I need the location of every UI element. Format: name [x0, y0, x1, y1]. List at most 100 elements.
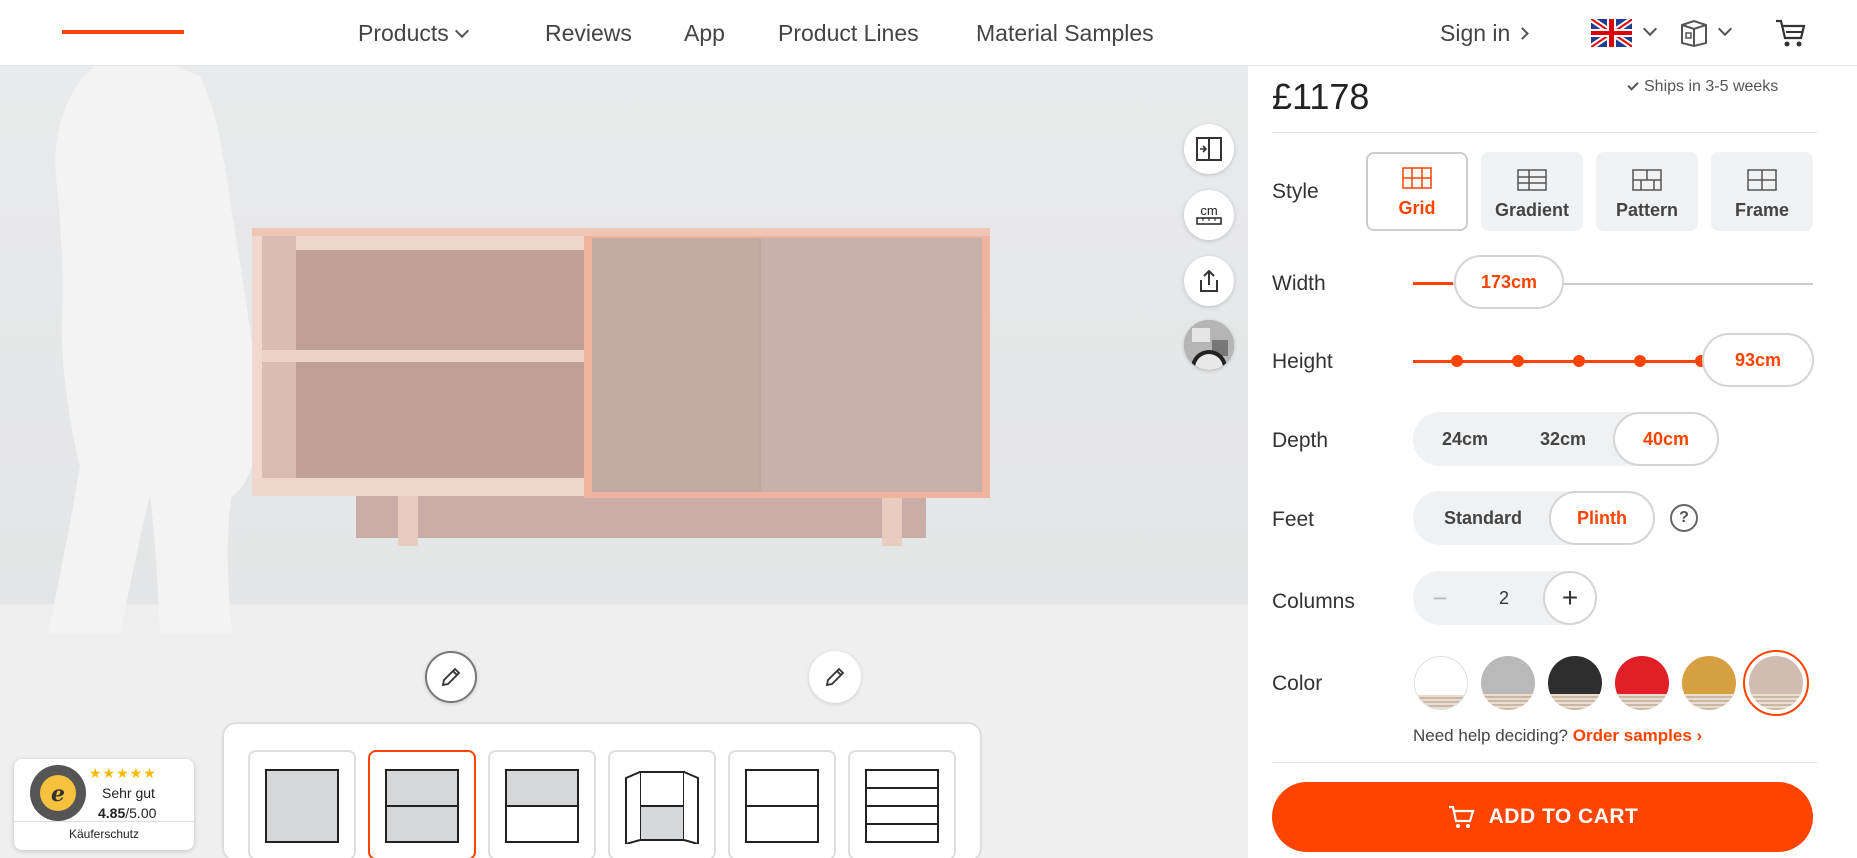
nav-products-label: Products: [358, 20, 449, 46]
top-navbar: Products Reviews App Product Lines Mater…: [0, 0, 1857, 66]
nav-reviews[interactable]: Reviews: [545, 20, 632, 47]
layout-doors-open[interactable]: [608, 750, 716, 858]
nav-reviews-label: Reviews: [545, 20, 632, 46]
chevron-down-icon: [454, 23, 469, 38]
layout-single-panel-icon: [265, 769, 339, 843]
style-option-grid-label: Grid: [1398, 198, 1436, 218]
layout-four-shelf[interactable]: [848, 750, 956, 858]
chevron-right-icon: [1516, 27, 1530, 40]
order-samples-label: Order samples: [1572, 726, 1692, 745]
edit-left-column-button[interactable]: [425, 651, 477, 703]
pattern-style-icon: [1632, 169, 1662, 191]
height-slider-handle[interactable]: 93cm: [1702, 333, 1814, 387]
color-swatch-white[interactable]: [1414, 656, 1468, 710]
rating-score: 4.85: [98, 805, 126, 821]
layout-two-drawers-icon: [385, 769, 459, 843]
chevron-down-icon[interactable]: [1717, 21, 1733, 37]
color-swatch-mustard[interactable]: [1682, 656, 1736, 710]
shipping-info: Ships in 3-5 weeks: [1627, 78, 1779, 96]
layout-drawer-and-open-icon: [505, 769, 579, 843]
feet-option-plinth[interactable]: Plinth: [1549, 491, 1655, 545]
layout-two-drawers[interactable]: [368, 750, 476, 858]
layout-four-shelf-icon: [865, 769, 939, 843]
order-samples-link[interactable]: Order samples ›: [1573, 726, 1702, 745]
depth-label: Depth: [1272, 429, 1329, 452]
column-layout-tray: [222, 722, 982, 858]
room-scene-icon: [1184, 320, 1234, 370]
height-step-dot[interactable]: [1573, 355, 1585, 367]
samples-hint: Need help deciding? Order samples ›: [1413, 726, 1702, 746]
nav-material-samples-label: Material Samples: [976, 20, 1154, 46]
checkmark-icon: [1627, 79, 1639, 91]
color-label: Color: [1272, 672, 1323, 695]
sign-in-link[interactable]: Sign in: [1440, 20, 1530, 47]
height-step-dot[interactable]: [1512, 355, 1524, 367]
buyer-protection-label: Käuferschutz: [68, 827, 140, 841]
sideboard-3d-model[interactable]: [246, 216, 1046, 546]
share-button[interactable]: [1184, 256, 1234, 306]
rating-score-line: 4.85/5.00: [98, 805, 156, 821]
color-swatch-dusty-pink[interactable]: [1749, 656, 1803, 710]
shipping-text: Ships in 3-5 weeks: [1644, 78, 1779, 95]
gradient-style-icon: [1517, 169, 1547, 191]
pencil-icon: [825, 667, 845, 687]
door-toggle-icon: [1196, 137, 1222, 161]
columns-stepper: − 2 +: [1413, 571, 1597, 625]
rating-max: /5.00: [125, 805, 157, 821]
flag-uk-icon[interactable]: [1591, 19, 1632, 47]
nav-material-samples[interactable]: Material Samples: [976, 20, 1154, 47]
cart-icon: [1448, 805, 1475, 828]
trusted-shops-badge[interactable]: e ★★★★★ Sehr gut 4.85/5.00 Käuferschutz: [14, 759, 194, 850]
height-label: Height: [1272, 350, 1333, 373]
product-3d-viewer[interactable]: cm: [0, 66, 1248, 858]
color-swatch-red[interactable]: [1615, 656, 1669, 710]
width-slider-handle[interactable]: 173cm: [1454, 255, 1564, 309]
pencil-icon: [441, 667, 461, 687]
style-option-grid[interactable]: Grid: [1366, 152, 1468, 231]
style-option-pattern[interactable]: Pattern: [1596, 152, 1698, 231]
width-slider-fill: [1413, 282, 1453, 285]
trusted-shops-seal-icon: e: [30, 765, 86, 821]
depth-option-40[interactable]: 40cm: [1613, 412, 1719, 466]
style-option-frame-label: Frame: [1734, 200, 1790, 220]
columns-value: 2: [1498, 587, 1509, 608]
color-swatch-black[interactable]: [1548, 656, 1602, 710]
nav-app[interactable]: App: [684, 20, 725, 47]
dimensions-button[interactable]: cm: [1184, 190, 1234, 240]
nav-products[interactable]: Products: [358, 20, 469, 47]
dimensions-cm-icon: cm: [1196, 203, 1222, 225]
layout-single-panel[interactable]: [248, 750, 356, 858]
rating-stars: ★★★★★: [89, 765, 157, 781]
style-option-gradient[interactable]: Gradient: [1481, 152, 1583, 231]
layout-doors-open-icon: [625, 771, 699, 844]
height-step-dot[interactable]: [1634, 355, 1646, 367]
style-option-frame[interactable]: Frame: [1711, 152, 1813, 231]
feet-label: Feet: [1272, 508, 1315, 531]
style-label: Style: [1272, 180, 1319, 203]
feet-option-standard[interactable]: Standard: [1413, 491, 1553, 545]
depth-option-24[interactable]: 24cm: [1413, 412, 1517, 466]
nav-app-label: App: [684, 20, 725, 46]
style-option-gradient-label: Gradient: [1494, 200, 1569, 220]
room-scene-button[interactable]: [1184, 320, 1234, 370]
color-swatch-grey[interactable]: [1481, 656, 1535, 710]
nav-product-lines[interactable]: Product Lines: [778, 20, 919, 47]
brand-logo[interactable]: [62, 30, 184, 34]
columns-decrement-button[interactable]: −: [1413, 571, 1467, 625]
edit-right-column-button[interactable]: [809, 651, 861, 703]
cart-icon[interactable]: [1774, 18, 1806, 48]
layout-drawer-and-open[interactable]: [488, 750, 596, 858]
depth-selector: 24cm 32cm 40cm: [1413, 412, 1719, 466]
columns-increment-button[interactable]: +: [1543, 571, 1597, 625]
chevron-down-icon[interactable]: [1642, 21, 1658, 37]
add-to-cart-button[interactable]: ADD TO CART: [1272, 782, 1813, 852]
depth-option-32[interactable]: 32cm: [1513, 412, 1613, 466]
samples-hint-text: Need help deciding?: [1413, 726, 1569, 745]
dimensions-cm-label: cm: [1200, 203, 1218, 218]
delivery-box-icon[interactable]: [1679, 19, 1711, 47]
door-toggle-button[interactable]: [1184, 124, 1234, 174]
height-step-dot[interactable]: [1451, 355, 1463, 367]
nav-product-lines-label: Product Lines: [778, 20, 919, 46]
layout-open-two-shelf[interactable]: [728, 750, 836, 858]
feet-help-icon[interactable]: ?: [1670, 504, 1698, 532]
